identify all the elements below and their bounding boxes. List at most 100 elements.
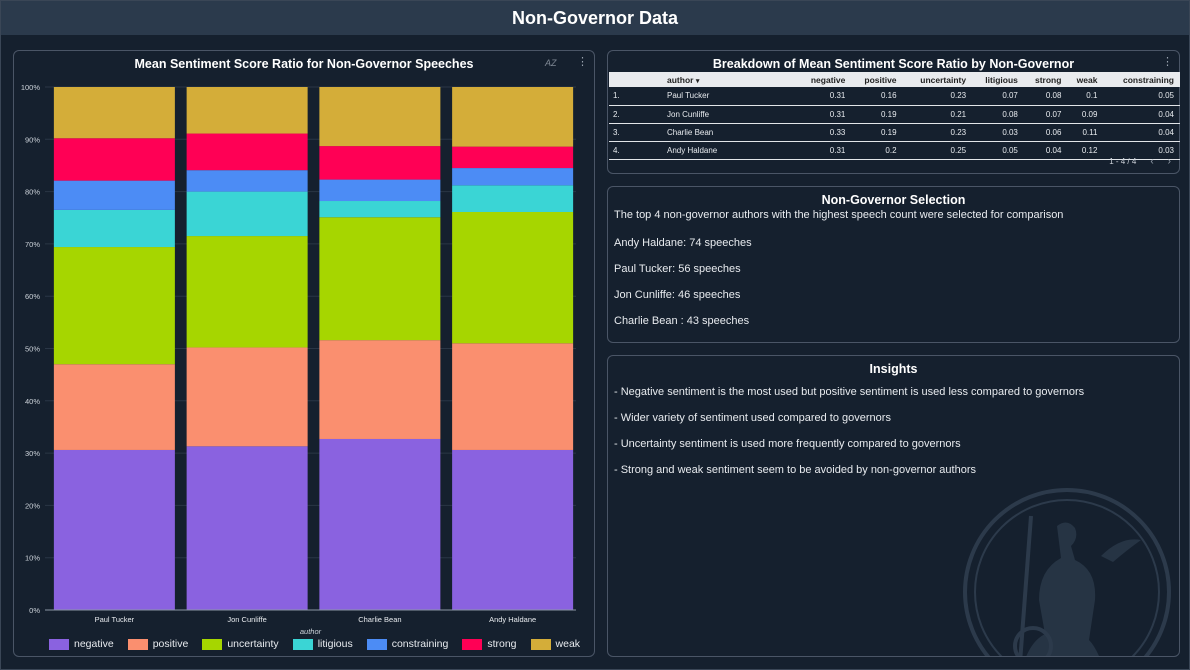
selection-line: Charlie Bean : 43 speeches bbox=[614, 315, 750, 327]
column-header-negative[interactable]: negative bbox=[797, 72, 852, 87]
legend-label: negative bbox=[74, 638, 114, 650]
x-axis-title: author bbox=[300, 627, 322, 636]
table-panel: Breakdown of Mean Sentiment Score Ratio … bbox=[607, 50, 1180, 174]
cell-uncertainty: 0.23 bbox=[902, 123, 973, 142]
bar-segment-constraining bbox=[53, 180, 175, 210]
selection-intro: The top 4 non-governor authors with the … bbox=[614, 209, 1064, 221]
column-header-strong[interactable]: strong bbox=[1023, 72, 1068, 87]
cell-constraining: 0.05 bbox=[1103, 87, 1180, 106]
bar-segment-weak bbox=[186, 87, 308, 134]
bar-segment-weak bbox=[53, 87, 175, 139]
x-tick-label: Jon Cunliffe bbox=[227, 615, 266, 624]
selection-title: Non-Governor Selection bbox=[821, 193, 966, 207]
cell-litigious: 0.05 bbox=[972, 141, 1024, 160]
bar-segment-constraining bbox=[319, 179, 441, 202]
y-tick-label: 70% bbox=[25, 240, 40, 249]
legend-item-litigious[interactable]: litigious bbox=[292, 638, 353, 650]
legend-item-negative[interactable]: negative bbox=[49, 638, 114, 650]
legend-swatch bbox=[202, 638, 223, 650]
bar-segment-negative bbox=[319, 438, 441, 610]
legend-swatch bbox=[462, 638, 483, 650]
cell-strong: 0.07 bbox=[1023, 105, 1068, 124]
y-tick-label: 0% bbox=[29, 606, 40, 615]
cell-positive: 0.16 bbox=[851, 87, 903, 106]
bar-segment-weak bbox=[452, 87, 574, 147]
row-number: 2. bbox=[609, 105, 667, 124]
y-tick-label: 10% bbox=[25, 554, 40, 563]
legend-item-constraining[interactable]: constraining bbox=[366, 638, 448, 650]
selection-panel: Non-Governor Selection The top 4 non-gov… bbox=[607, 186, 1180, 343]
insights-panel: Insights - Negative sentiment is the mos… bbox=[607, 355, 1180, 657]
column-header-author[interactable]: author ▾ bbox=[667, 72, 797, 87]
bar-segment-weak bbox=[319, 87, 441, 147]
header-index bbox=[609, 72, 667, 87]
column-header-weak[interactable]: weak bbox=[1067, 72, 1104, 87]
cell-litigious: 0.07 bbox=[972, 87, 1024, 106]
selection-line: Andy Haldane: 74 speeches bbox=[614, 237, 752, 249]
bar-segment-positive bbox=[319, 340, 441, 439]
insight-line: - Uncertainty sentiment is used more fre… bbox=[614, 438, 961, 450]
cell-litigious: 0.08 bbox=[972, 105, 1024, 124]
y-tick-label: 20% bbox=[25, 501, 40, 510]
bar-segment-strong bbox=[186, 133, 308, 171]
y-tick-label: 50% bbox=[25, 345, 40, 354]
britannia-seal-watermark bbox=[963, 488, 1171, 656]
cell-positive: 0.19 bbox=[851, 105, 903, 124]
column-header-positive[interactable]: positive bbox=[851, 72, 903, 87]
cell-weak: 0.11 bbox=[1067, 123, 1104, 142]
bar-segment-litigious bbox=[53, 209, 175, 248]
legend-label: uncertainty bbox=[227, 638, 279, 650]
breakdown-table: author ▾ negative positive uncertainty l… bbox=[609, 72, 1180, 160]
legend-item-weak[interactable]: weak bbox=[530, 638, 581, 650]
legend-label: litigious bbox=[317, 638, 353, 650]
cell-weak: 0.09 bbox=[1067, 105, 1104, 124]
bar-segment-uncertainty bbox=[452, 211, 574, 344]
x-tick-label: Charlie Bean bbox=[358, 615, 401, 624]
next-page-icon[interactable]: › bbox=[1168, 156, 1171, 167]
legend-item-strong[interactable]: strong bbox=[462, 638, 517, 650]
bar-segment-litigious bbox=[319, 201, 441, 218]
table-header-row: author ▾ negative positive uncertainty l… bbox=[609, 72, 1180, 87]
row-author: Andy Haldane bbox=[667, 141, 797, 160]
bar-segment-strong bbox=[452, 146, 574, 169]
legend-label: strong bbox=[487, 638, 517, 650]
legend-swatch bbox=[366, 638, 387, 650]
legend-label: positive bbox=[152, 638, 189, 650]
y-tick-label: 30% bbox=[25, 449, 40, 458]
bar-segment-positive bbox=[53, 364, 175, 450]
pager-range: 1 - 4 / 4 bbox=[1109, 157, 1137, 166]
chart-panel: Mean Sentiment Score Ratio for Non-Gover… bbox=[13, 50, 595, 657]
bar-segment-positive bbox=[186, 347, 308, 447]
column-header-litigious[interactable]: litigious bbox=[972, 72, 1024, 87]
column-header-uncertainty[interactable]: uncertainty bbox=[902, 72, 973, 87]
cell-negative: 0.31 bbox=[797, 141, 852, 160]
cell-constraining: 0.04 bbox=[1103, 105, 1180, 124]
legend-item-positive[interactable]: positive bbox=[127, 638, 189, 650]
bar-segment-strong bbox=[319, 146, 441, 180]
sort-down-icon: ▾ bbox=[695, 77, 700, 85]
legend-item-uncertainty[interactable]: uncertainty bbox=[202, 638, 279, 650]
table-row[interactable]: 2. Jon Cunliffe 0.31 0.19 0.21 0.08 0.07… bbox=[609, 105, 1180, 124]
insight-line: - Strong and weak sentiment seem to be a… bbox=[614, 464, 976, 476]
cell-uncertainty: 0.23 bbox=[902, 87, 973, 106]
y-tick-label: 80% bbox=[25, 188, 40, 197]
bar-segment-uncertainty bbox=[319, 217, 441, 341]
cell-strong: 0.08 bbox=[1023, 87, 1068, 106]
column-header-constraining[interactable]: constraining bbox=[1103, 72, 1180, 87]
bar-segment-uncertainty bbox=[53, 247, 175, 365]
table-row[interactable]: 3. Charlie Bean 0.33 0.19 0.23 0.03 0.06… bbox=[609, 123, 1180, 142]
prev-page-icon[interactable]: ‹ bbox=[1150, 156, 1153, 167]
cell-negative: 0.31 bbox=[797, 87, 852, 106]
insight-line: - Negative sentiment is the most used bu… bbox=[614, 386, 1085, 398]
table-row[interactable]: 4. Andy Haldane 0.31 0.2 0.25 0.05 0.04 … bbox=[609, 141, 1180, 160]
cell-constraining: 0.04 bbox=[1103, 123, 1180, 142]
stacked-bar-chart: 0% 10% 20% 30% 40% 50% 60% 70% 80% 90% 100% Paul Tu… bbox=[21, 83, 576, 636]
y-tick-label: 40% bbox=[25, 397, 40, 406]
selection-line: Jon Cunliffe: 46 speeches bbox=[614, 289, 741, 301]
table-menu-icon[interactable]: ⋮ bbox=[1162, 57, 1173, 68]
table-row[interactable]: 1. Paul Tucker 0.31 0.16 0.23 0.07 0.08 … bbox=[609, 87, 1180, 106]
legend-label: weak bbox=[555, 638, 581, 650]
insights-title: Insights bbox=[869, 362, 918, 376]
cell-litigious: 0.03 bbox=[972, 123, 1024, 142]
bar-segment-positive bbox=[452, 343, 574, 450]
